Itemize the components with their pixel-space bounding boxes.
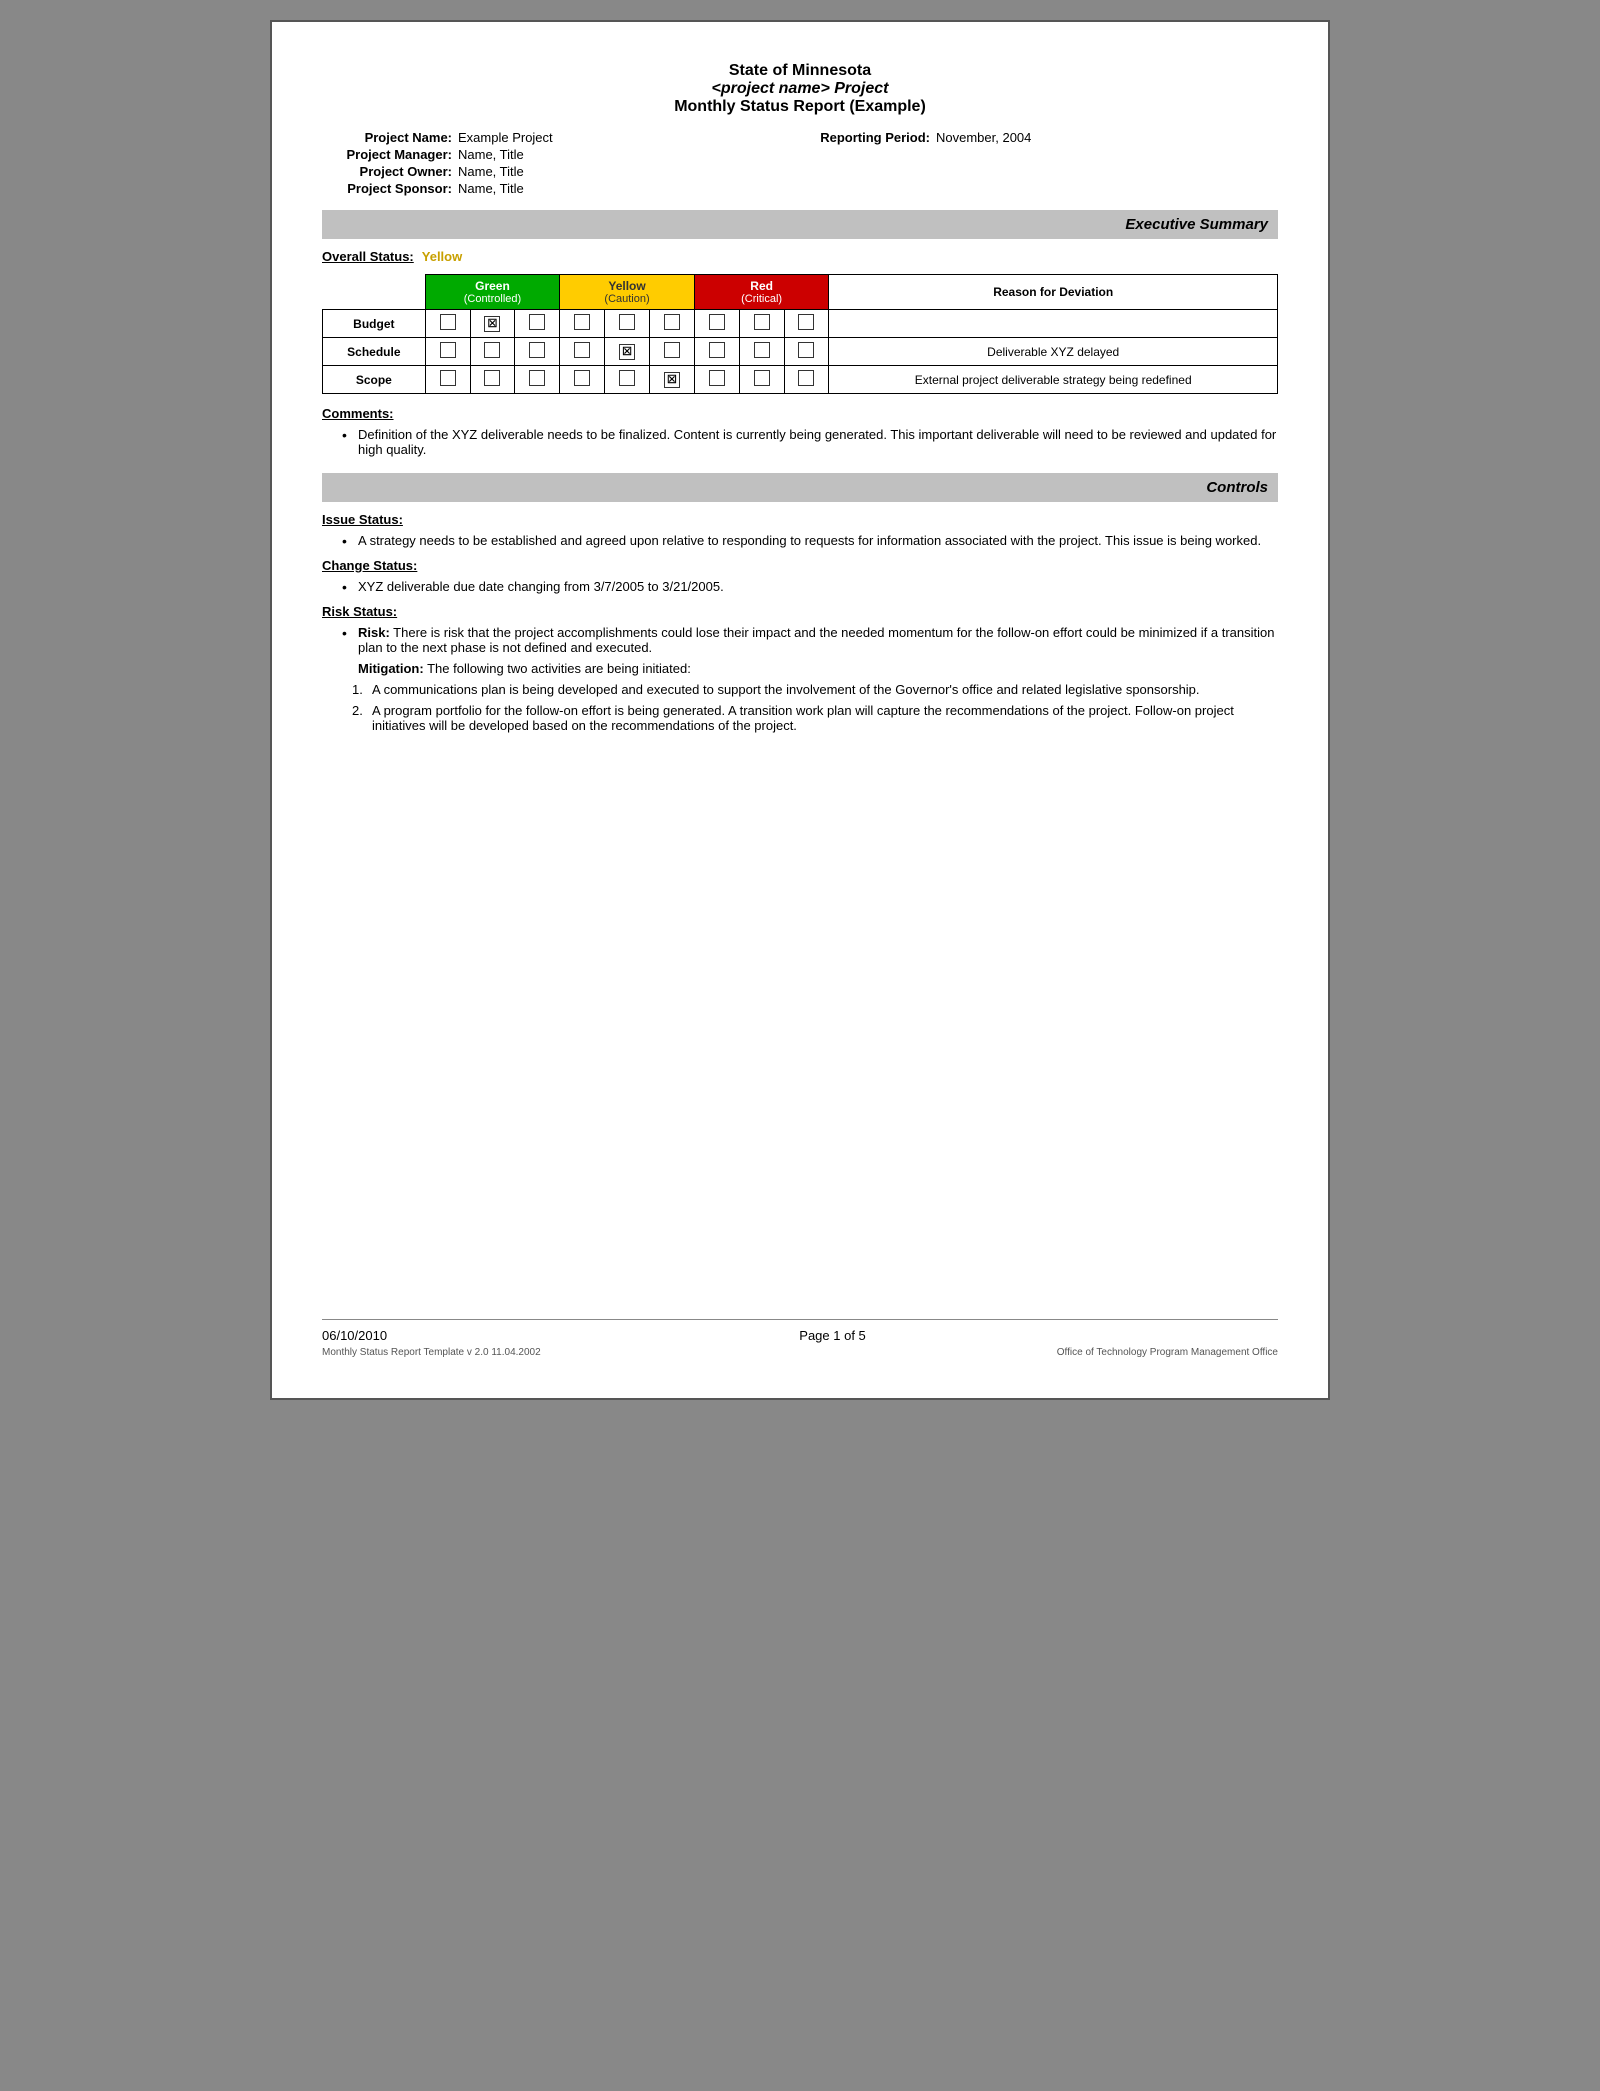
- comments-list: Definition of the XYZ deliverable needs …: [322, 427, 1278, 457]
- change-status-list: XYZ deliverable due date changing from 3…: [322, 579, 1278, 594]
- owner-label: Project Owner:: [322, 164, 452, 179]
- budget-yellow2: [619, 314, 635, 330]
- risk-text: There is risk that the project accomplis…: [358, 625, 1274, 655]
- budget-red2: [754, 314, 770, 330]
- scope-red1: [709, 370, 725, 386]
- budget-label: Budget: [323, 310, 426, 338]
- change-item-1: XYZ deliverable due date changing from 3…: [342, 579, 1278, 594]
- mitigation-item-1: A communications plan is being developed…: [352, 682, 1278, 697]
- schedule-green1: [440, 342, 456, 358]
- report-page: State of Minnesota <project name> Projec…: [270, 20, 1330, 1400]
- scope-red3: [798, 370, 814, 386]
- project-info: Project Name: Example Project Reporting …: [322, 130, 1278, 196]
- scope-green3: [529, 370, 545, 386]
- sponsor-value: Name, Title: [458, 181, 524, 196]
- footer-template: Monthly Status Report Template v 2.0 11.…: [322, 1347, 541, 1358]
- scope-yellow2: [619, 370, 635, 386]
- budget-yellow1: [574, 314, 590, 330]
- budget-green1: [440, 314, 456, 330]
- scope-red2: [754, 370, 770, 386]
- budget-yellow3: [664, 314, 680, 330]
- schedule-label: Schedule: [323, 338, 426, 366]
- manager-label: Project Manager:: [322, 147, 452, 162]
- risk-list: Risk: There is risk that the project acc…: [322, 625, 1278, 655]
- sponsor-row: Project Sponsor: Name, Title: [322, 181, 800, 196]
- change-status-label: Change Status:: [322, 558, 1278, 573]
- footer-date: 06/10/2010: [322, 1328, 387, 1343]
- mitigation-intro: Mitigation: The following two activities…: [322, 661, 1278, 676]
- scope-green2: [484, 370, 500, 386]
- comments-section: Comments: Definition of the XYZ delivera…: [322, 406, 1278, 457]
- overall-status: Overall Status: Yellow: [322, 249, 1278, 264]
- th-yellow: Yellow (Caution): [560, 275, 695, 310]
- issue-status-label: Issue Status:: [322, 512, 1278, 527]
- owner-value: Name, Title: [458, 164, 524, 179]
- reporting-period-label: Reporting Period:: [800, 130, 930, 145]
- project-name-label: Project Name:: [322, 130, 452, 145]
- manager-value: Name, Title: [458, 147, 524, 162]
- schedule-yellow2: ☒: [619, 344, 635, 360]
- budget-green2: ☒: [484, 316, 500, 332]
- issue-item-1: A strategy needs to be established and a…: [342, 533, 1278, 548]
- controls-title: Controls: [332, 479, 1268, 496]
- scope-label: Scope: [323, 366, 426, 394]
- risk-status-label: Risk Status:: [322, 604, 1278, 619]
- overall-status-label: Overall Status:: [322, 249, 414, 264]
- schedule-green2: [484, 342, 500, 358]
- title-line1: State of Minnesota: [322, 62, 1278, 80]
- table-row-budget: Budget ☒: [323, 310, 1278, 338]
- reporting-period-row: Reporting Period: November, 2004: [800, 130, 1278, 145]
- schedule-yellow1: [574, 342, 590, 358]
- th-green: Green (Controlled): [425, 275, 560, 310]
- risk-bold: Risk:: [358, 625, 390, 640]
- project-name-row: Project Name: Example Project: [322, 130, 800, 145]
- schedule-yellow3: [664, 342, 680, 358]
- owner-row: Project Owner: Name, Title: [322, 164, 800, 179]
- issue-status-list: A strategy needs to be established and a…: [322, 533, 1278, 548]
- schedule-reason: Deliverable XYZ delayed: [829, 338, 1278, 366]
- scope-reason: External project deliverable strategy be…: [829, 366, 1278, 394]
- executive-summary-title: Executive Summary: [332, 216, 1268, 233]
- schedule-red1: [709, 342, 725, 358]
- reporting-period-value: November, 2004: [936, 130, 1031, 145]
- mitigation-text: The following two activities are being i…: [424, 661, 691, 676]
- footer-office: Office of Technology Program Management …: [1057, 1347, 1278, 1358]
- schedule-red2: [754, 342, 770, 358]
- footer: 06/10/2010 Page 1 of 5 Monthly Status Re…: [322, 1319, 1278, 1358]
- mitigation-item-2: A program portfolio for the follow-on ef…: [352, 703, 1278, 733]
- th-reason: Reason for Deviation: [829, 275, 1278, 310]
- manager-row: Project Manager: Name, Title: [322, 147, 800, 162]
- mitigation-list: A communications plan is being developed…: [322, 682, 1278, 733]
- table-row-scope: Scope ☒ External project deliverable str…: [323, 366, 1278, 394]
- sponsor-label: Project Sponsor:: [322, 181, 452, 196]
- title-line2: <project name> Project: [322, 80, 1278, 98]
- project-name-value: Example Project: [458, 130, 553, 145]
- budget-red1: [709, 314, 725, 330]
- scope-yellow3: ☒: [664, 372, 680, 388]
- schedule-green3: [529, 342, 545, 358]
- th-red: Red (Critical): [694, 275, 829, 310]
- budget-green3: [529, 314, 545, 330]
- scope-green1: [440, 370, 456, 386]
- title-line3: Monthly Status Report (Example): [322, 98, 1278, 116]
- footer-page: Page 1 of 5: [799, 1328, 866, 1343]
- controls-section: Issue Status: A strategy needs to be est…: [322, 512, 1278, 733]
- budget-reason: [829, 310, 1278, 338]
- controls-header: Controls: [322, 473, 1278, 502]
- status-table: Green (Controlled) Yellow (Caution) Red …: [322, 274, 1278, 394]
- risk-item-1: Risk: There is risk that the project acc…: [342, 625, 1278, 655]
- report-title: State of Minnesota <project name> Projec…: [322, 62, 1278, 116]
- table-row-schedule: Schedule ☒ Deliverable XYZ delayed: [323, 338, 1278, 366]
- comments-label: Comments:: [322, 406, 1278, 421]
- mitigation-bold: Mitigation:: [358, 661, 424, 676]
- comment-item-1: Definition of the XYZ deliverable needs …: [342, 427, 1278, 457]
- scope-yellow1: [574, 370, 590, 386]
- overall-status-value: Yellow: [422, 249, 462, 264]
- schedule-red3: [798, 342, 814, 358]
- budget-red3: [798, 314, 814, 330]
- executive-summary-header: Executive Summary: [322, 210, 1278, 239]
